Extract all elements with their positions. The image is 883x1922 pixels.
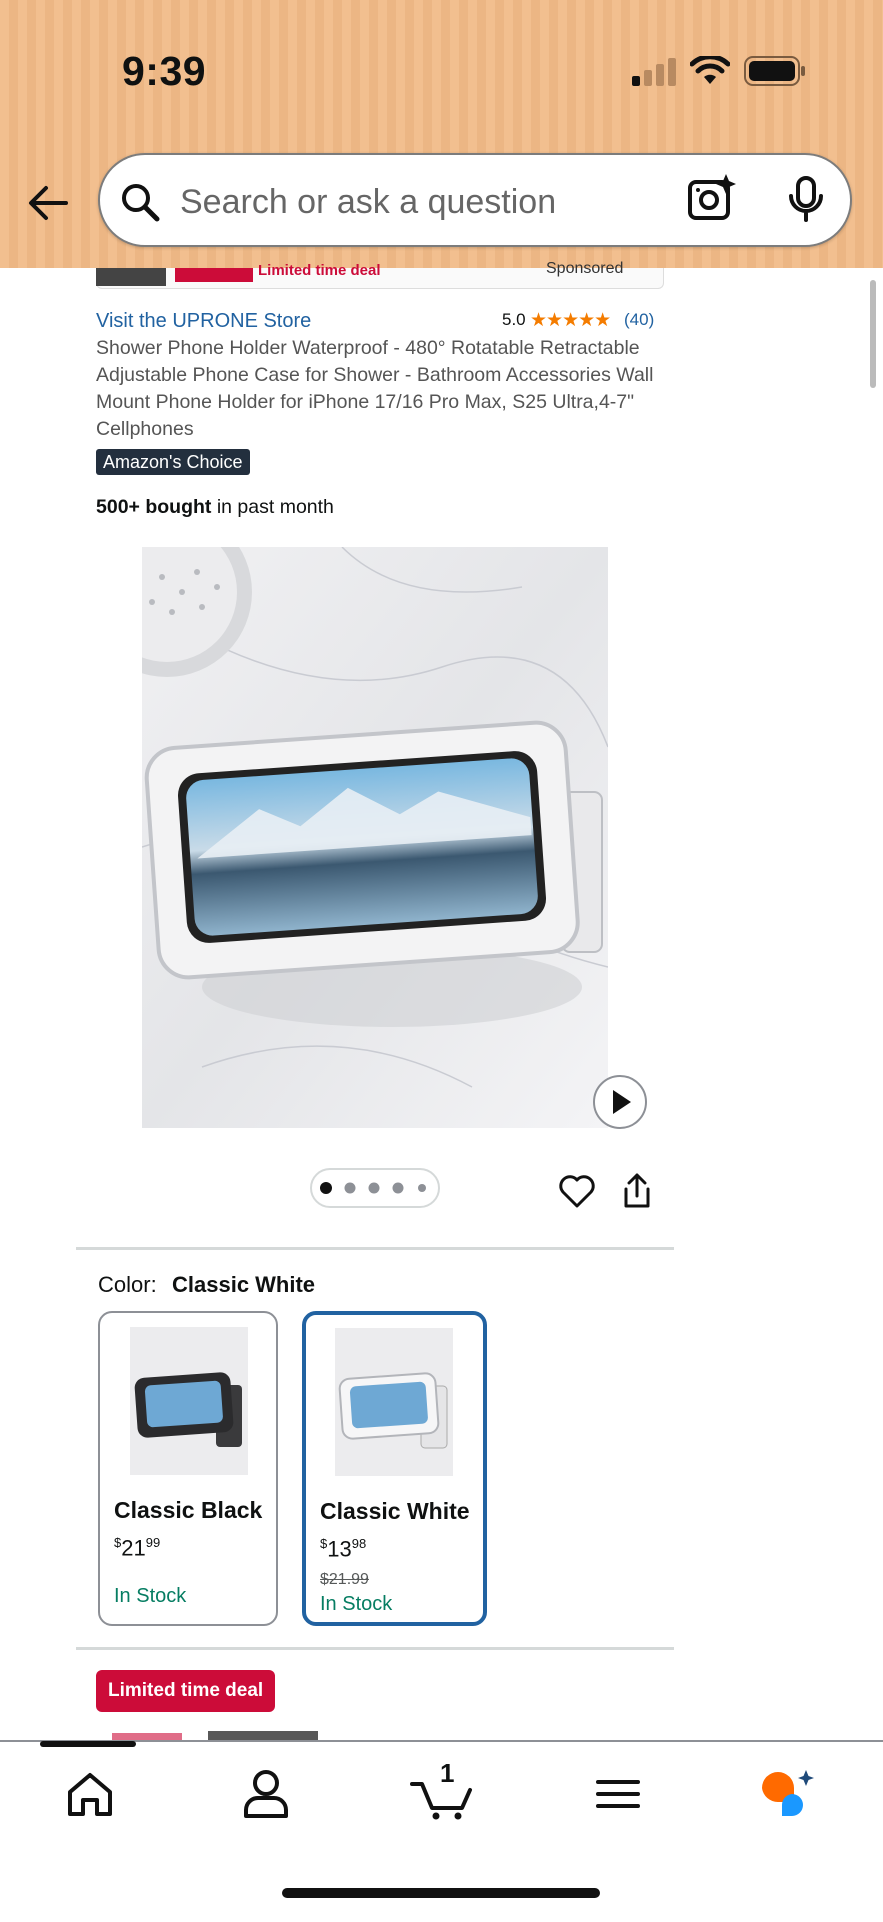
bought-count: 500+ bought in past month: [96, 496, 334, 519]
color-option-classic-white[interactable]: Classic White $1398 $21.99 In Stock: [302, 1311, 487, 1626]
home-icon[interactable]: [60, 1768, 120, 1820]
rating-value: 5.0: [502, 310, 526, 329]
search-icon: [122, 184, 160, 222]
price-peek: [96, 1728, 346, 1740]
color-label: Color:: [98, 1272, 157, 1297]
strip-deal-text: Limited time deal: [258, 262, 381, 279]
store-link[interactable]: Visit the UPRONE Store: [96, 310, 311, 333]
option-name: Classic White: [320, 1498, 470, 1524]
status-time: 9:39: [122, 48, 207, 94]
home-indicator: [282, 1888, 600, 1898]
share-icon[interactable]: [620, 1172, 654, 1210]
play-video-button[interactable]: [592, 1074, 648, 1130]
rufus-icon[interactable]: [758, 1768, 818, 1820]
product-title: Shower Phone Holder Waterproof - 480° Ro…: [96, 337, 654, 440]
price-cents: 98: [351, 1536, 367, 1551]
discount-badge: [175, 268, 253, 282]
option-price: $2199: [114, 1535, 161, 1561]
pager-dot[interactable]: [418, 1184, 426, 1192]
sponsored-thumbnail: [96, 268, 166, 286]
review-count-link[interactable]: (40): [624, 310, 654, 330]
battery-icon: [744, 56, 805, 86]
wifi-icon: [690, 56, 730, 84]
bought-count-bold: 500+ bought: [96, 496, 212, 518]
signal-icon: [632, 58, 676, 86]
menu-icon[interactable]: [588, 1768, 648, 1820]
pager-dot[interactable]: [368, 1182, 380, 1194]
option-name: Classic Black: [114, 1497, 263, 1523]
back-arrow-icon[interactable]: [26, 180, 72, 226]
swatch-image: [130, 1327, 248, 1475]
microphone-icon[interactable]: [786, 176, 826, 222]
swatch-image: [335, 1328, 453, 1476]
divider: [76, 1647, 674, 1650]
pager-dot[interactable]: [320, 1182, 332, 1194]
color-option-classic-black[interactable]: Classic Black $2199 In Stock: [98, 1311, 278, 1626]
image-pager[interactable]: [310, 1168, 440, 1208]
sponsored-label: Sponsored: [546, 260, 624, 277]
cart-count: 1: [440, 1758, 455, 1788]
price-whole: 21: [121, 1535, 146, 1561]
price-cents: 99: [145, 1535, 161, 1550]
bought-count-rest: in past month: [211, 496, 334, 518]
stock-status: In Stock: [114, 1585, 187, 1607]
divider: [76, 1247, 674, 1250]
active-tab-indicator: [40, 1741, 136, 1747]
camera-search-icon[interactable]: [686, 174, 736, 222]
limited-deal-badge: Limited time deal: [96, 1670, 276, 1712]
pager-dot[interactable]: [344, 1182, 356, 1194]
account-icon[interactable]: [236, 1768, 296, 1820]
selected-color: Classic White: [172, 1272, 316, 1297]
product-image[interactable]: [142, 547, 608, 1128]
heart-icon[interactable]: [558, 1172, 596, 1210]
list-price: $21.99: [320, 1571, 369, 1588]
search-placeholder: Search or ask a question: [180, 183, 557, 221]
star-rating[interactable]: ★★★★★: [530, 309, 611, 332]
option-price: $1398: [320, 1536, 367, 1562]
amazons-choice-badge: Amazon's Choice: [96, 449, 250, 475]
stock-status: In Stock: [320, 1593, 393, 1615]
price-whole: 13: [327, 1536, 352, 1562]
pager-dot[interactable]: [392, 1182, 404, 1194]
scrollbar[interactable]: [870, 280, 876, 388]
